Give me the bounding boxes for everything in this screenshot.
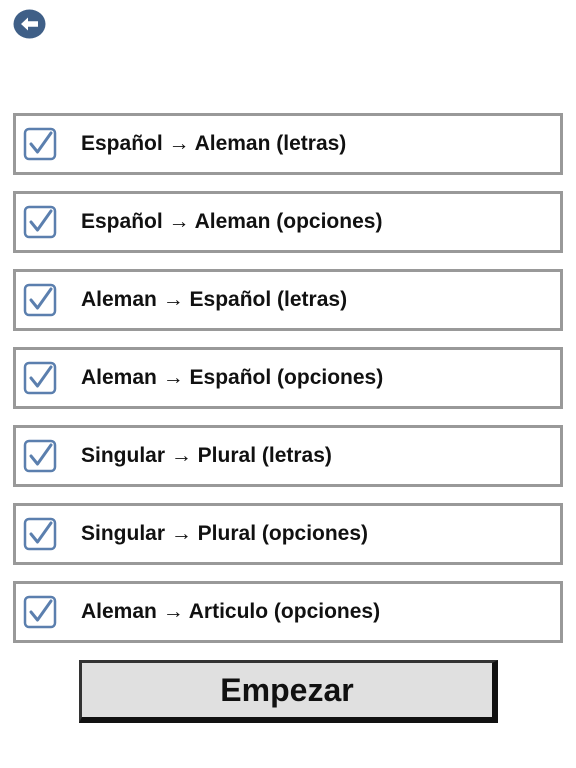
option-label: Aleman → Español (opciones) <box>81 366 384 389</box>
checkbox-checked-icon[interactable] <box>23 127 57 161</box>
option-label: Singular → Plural (opciones) <box>81 522 369 545</box>
option-label: Singular → Plural (letras) <box>81 444 332 467</box>
option-singular-plural-choices[interactable]: Singular → Plural (opciones) <box>13 503 563 565</box>
checkbox-checked-icon[interactable] <box>23 439 57 473</box>
option-label: Aleman → Español (letras) <box>81 288 348 311</box>
checkbox-checked-icon[interactable] <box>23 595 57 629</box>
option-de-es-choices[interactable]: Aleman → Español (opciones) <box>13 347 563 409</box>
arrow-left-circle-icon <box>13 9 46 39</box>
checkbox-checked-icon[interactable] <box>23 283 57 317</box>
back-button[interactable] <box>13 9 46 39</box>
option-label: Español → Aleman (letras) <box>81 132 347 155</box>
checkbox-checked-icon[interactable] <box>23 361 57 395</box>
exercise-options-list: Español → Aleman (letras) Español → Alem… <box>13 113 563 659</box>
option-label: Español → Aleman (opciones) <box>81 210 383 233</box>
start-button[interactable]: Empezar <box>79 660 498 723</box>
quiz-mode-screen: Español → Aleman (letras) Español → Alem… <box>0 0 576 768</box>
option-singular-plural-letters[interactable]: Singular → Plural (letras) <box>13 425 563 487</box>
option-es-de-letters[interactable]: Español → Aleman (letras) <box>13 113 563 175</box>
option-de-article-choices[interactable]: Aleman → Articulo (opciones) <box>13 581 563 643</box>
option-label: Aleman → Articulo (opciones) <box>81 600 381 623</box>
checkbox-checked-icon[interactable] <box>23 205 57 239</box>
option-de-es-letters[interactable]: Aleman → Español (letras) <box>13 269 563 331</box>
checkbox-checked-icon[interactable] <box>23 517 57 551</box>
option-es-de-choices[interactable]: Español → Aleman (opciones) <box>13 191 563 253</box>
